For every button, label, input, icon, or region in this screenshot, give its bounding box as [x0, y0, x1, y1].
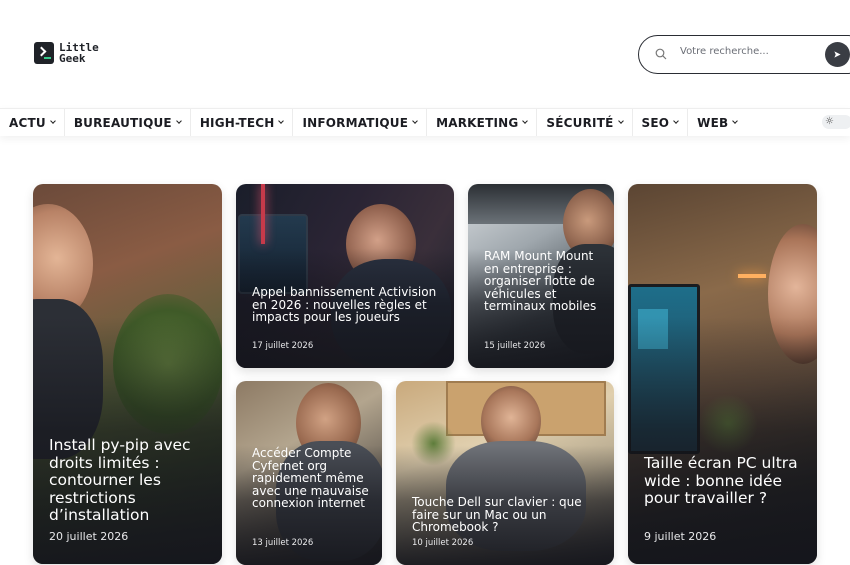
site-logo[interactable]: Little Geek — [34, 42, 99, 64]
chevron-down-icon — [673, 118, 680, 124]
article-date: 9 juillet 2026 — [644, 530, 717, 543]
article-date: 17 juillet 2026 — [252, 341, 314, 351]
nav-label: SEO — [641, 115, 670, 130]
nav-item-securite[interactable]: SÉCURITÉ — [537, 109, 633, 136]
nav-label: SÉCURITÉ — [546, 115, 614, 130]
nav-item-actu[interactable]: ACTU — [0, 109, 65, 136]
chevron-down-icon — [412, 118, 418, 124]
chevron-down-icon — [175, 118, 182, 124]
search-box — [638, 35, 850, 74]
logo-text: Little Geek — [59, 42, 99, 64]
article-date: 13 juillet 2026 — [252, 538, 314, 548]
nav-label: WEB — [697, 115, 729, 130]
article-title[interactable]: Appel bannissement Activision en 2026 : … — [252, 286, 448, 324]
nav-item-bureautique[interactable]: BUREAUTIQUE — [65, 109, 191, 136]
nav-label: INFORMATIQUE — [302, 115, 409, 130]
article-date: 10 juillet 2026 — [412, 538, 474, 548]
nav-label: BUREAUTIQUE — [73, 115, 172, 130]
article-title[interactable]: Touche Dell sur clavier : que faire sur … — [412, 496, 608, 534]
search-input[interactable] — [680, 46, 820, 57]
article-title[interactable]: Install py-pip avec droits limités : con… — [49, 436, 214, 525]
theme-toggle[interactable]: ☼ — [822, 115, 850, 129]
nav-item-informatique[interactable]: INFORMATIQUE — [293, 109, 428, 136]
article-card[interactable]: Touche Dell sur clavier : que faire sur … — [396, 381, 614, 565]
nav-item-high-tech[interactable]: HIGH-TECH — [191, 109, 294, 136]
article-title[interactable]: Accéder Compte Cyfernet org rapidement m… — [252, 447, 376, 510]
article-card[interactable]: RAM Mount Mount en entreprise : organise… — [468, 184, 614, 368]
nav-item-marketing[interactable]: MARKETING — [427, 109, 538, 136]
nav-item-seo[interactable]: SEO — [633, 109, 689, 136]
article-card[interactable]: Taille écran PC ultra wide : bonne idée … — [628, 184, 817, 564]
chevron-down-icon — [732, 118, 739, 124]
article-card[interactable]: Install py-pip avec droits limités : con… — [33, 184, 222, 564]
site-header: Little Geek — [0, 0, 850, 108]
search-submit-button[interactable] — [825, 42, 850, 67]
article-title[interactable]: RAM Mount Mount en entreprise : organise… — [484, 250, 608, 313]
logo-line-2: Geek — [59, 52, 86, 65]
article-date: 15 juillet 2026 — [484, 341, 546, 351]
arrow-right-icon — [834, 51, 841, 58]
terminal-icon — [34, 42, 54, 64]
chevron-down-icon — [278, 118, 285, 124]
article-card[interactable]: Appel bannissement Activision en 2026 : … — [236, 184, 454, 368]
chevron-down-icon — [522, 118, 529, 124]
main-nav: ACTU BUREAUTIQUE HIGH-TECH INFORMATIQUE … — [0, 108, 850, 136]
chevron-down-icon — [617, 118, 624, 124]
search-icon — [655, 48, 667, 60]
sun-icon: ☼ — [825, 116, 834, 127]
nav-label: ACTU — [9, 115, 46, 130]
nav-label: MARKETING — [436, 115, 519, 130]
article-date: 20 juillet 2026 — [49, 530, 129, 543]
chevron-down-icon — [49, 118, 56, 124]
nav-item-web[interactable]: WEB — [688, 109, 746, 136]
article-title[interactable]: Taille écran PC ultra wide : bonne idée … — [644, 454, 809, 508]
article-card[interactable]: Accéder Compte Cyfernet org rapidement m… — [236, 381, 382, 565]
nav-label: HIGH-TECH — [199, 115, 275, 130]
